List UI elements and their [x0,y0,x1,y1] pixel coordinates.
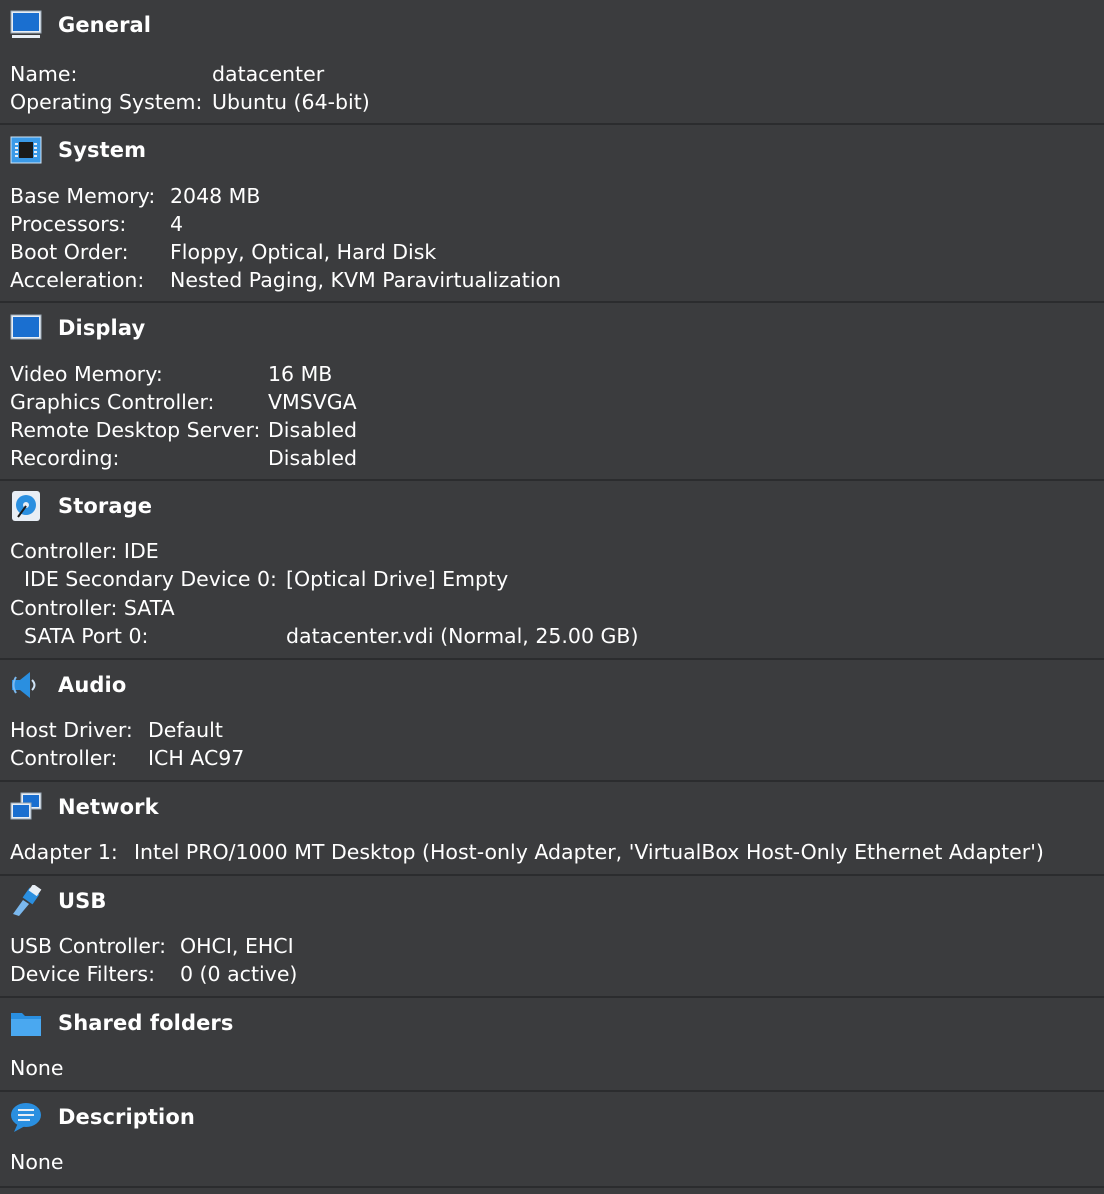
section-title: Shared folders [58,1011,234,1035]
network-icon [10,791,42,823]
detail-label: Name: [10,62,78,86]
monitor-icon [10,9,42,41]
network-section: Network Adapter 1: Intel PRO/1000 MT Des… [0,782,1104,876]
detail-value: 4 [170,212,184,236]
section-title: Description [58,1105,195,1129]
controller-label: Controller: IDE [10,539,159,563]
detail-label: Acceleration: [10,268,145,292]
section-title: Audio [58,673,127,697]
detail-value: Floppy, Optical, Hard Disk [170,240,437,264]
display-header[interactable]: Display [10,311,145,345]
detail-label: Processors: [10,212,127,236]
detail-label: USB Controller: [10,934,166,958]
detail-label: Boot Order: [10,240,129,264]
detail-value: Disabled [268,446,358,470]
detail-value: datacenter [212,62,325,86]
general-section: General Name: datacenter Operating Syste… [0,0,1104,125]
detail-value: Default [148,718,223,742]
detail-value: 2048 MB [170,184,261,208]
detail-value: ICH AC97 [148,746,245,770]
hard-disk-icon [10,490,42,522]
detail-label: Base Memory: [10,184,156,208]
detail-value: 0 (0 active) [180,962,298,986]
detail-label: Controller: [10,746,118,770]
folder-icon [10,1007,42,1039]
detail-value: datacenter.vdi (Normal, 25.00 GB) [286,624,639,648]
speaker-icon [10,669,42,701]
detail-label: Video Memory: [10,362,163,386]
storage-header[interactable]: Storage [10,489,152,523]
audio-section: Audio Host Driver: Default Controller: I… [0,660,1104,782]
vm-details-panel: General Name: datacenter Operating Syste… [0,0,1104,1194]
general-header[interactable]: General [10,8,151,42]
detail-label: SATA Port 0: [24,624,149,648]
detail-value: Disabled [268,418,358,442]
detail-label: IDE Secondary Device 0: [24,567,277,591]
audio-header[interactable]: Audio [10,668,126,702]
description-header[interactable]: Description [10,1100,195,1134]
usb-header[interactable]: USB [10,883,107,918]
section-title: Network [58,795,159,819]
section-title: System [58,138,147,162]
detail-value: OHCI, EHCI [180,934,294,958]
network-header[interactable]: Network [10,790,159,824]
detail-value: Nested Paging, KVM Paravirtualization [170,268,562,292]
detail-value: [Optical Drive] Empty [286,567,509,591]
description-section: Description None [0,1092,1104,1188]
section-title: Storage [58,494,153,518]
usb-icon [10,883,42,917]
detail-label: Graphics Controller: [10,390,215,414]
section-title: Display [58,316,146,340]
chip-icon [10,134,42,166]
system-section: System Base Memory: 2048 MB Processors: … [0,125,1104,303]
detail-label: Adapter 1: [10,840,118,864]
shared-folders-section: Shared folders None [0,998,1104,1092]
storage-section: Storage Controller: IDE IDE Secondary De… [0,481,1104,660]
detail-label: Device Filters: [10,962,155,986]
detail-value: 16 MB [268,362,333,386]
section-title: USB [58,889,107,913]
shared-folders-header[interactable]: Shared folders [10,1006,233,1040]
detail-value: Intel PRO/1000 MT Desktop (Host-only Ada… [134,840,1044,864]
controller-label: Controller: SATA [10,596,175,620]
speech-bubble-icon [10,1101,42,1133]
detail-value: VMSVGA [268,390,357,414]
detail-label: Remote Desktop Server: [10,418,261,442]
usb-section: USB USB Controller: OHCI, EHCI Device Fi… [0,876,1104,998]
detail-value: None [10,1056,64,1080]
detail-value: Ubuntu (64-bit) [212,90,370,114]
detail-label: Recording: [10,446,120,470]
detail-label: Operating System: [10,90,203,114]
detail-label: Host Driver: [10,718,133,742]
display-section: Display Video Memory: 16 MB Graphics Con… [0,303,1104,481]
system-header[interactable]: System [10,133,146,167]
section-title: General [58,13,152,37]
display-monitor-icon [10,312,42,344]
detail-value: None [10,1150,64,1174]
